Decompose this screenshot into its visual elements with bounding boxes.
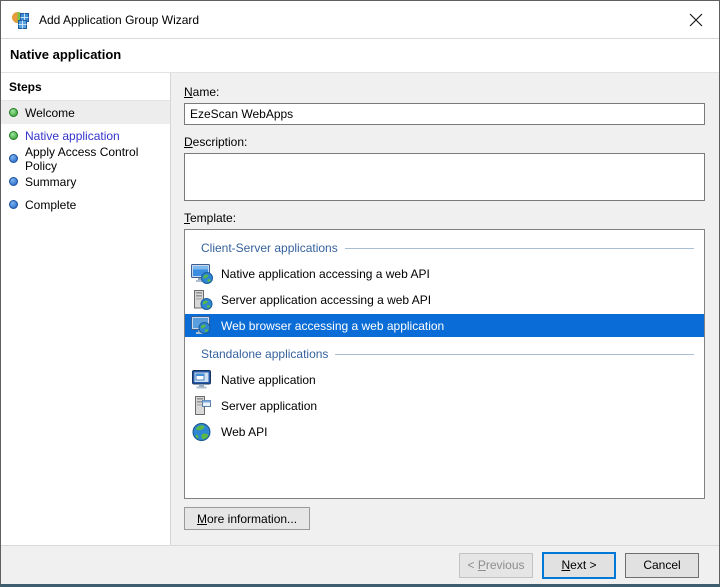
close-button[interactable] — [679, 5, 713, 35]
previous-button[interactable]: < Previous — [459, 553, 533, 578]
sidebar-item-welcome[interactable]: Welcome — [1, 101, 170, 124]
step-status-icon — [9, 108, 18, 117]
server-icon — [191, 396, 213, 416]
monitor-icon — [191, 370, 213, 390]
close-x-icon — [689, 13, 703, 27]
steps-header: Steps — [1, 73, 170, 101]
wizard-body: Steps Welcome Native application Apply A… — [1, 72, 719, 545]
steps-sidebar: Steps Welcome Native application Apply A… — [1, 73, 171, 545]
template-item-server-application[interactable]: Server application — [185, 394, 704, 417]
browser-globe-icon — [191, 316, 213, 336]
group-header-client-server: Client-Server applications — [185, 238, 704, 258]
description-input[interactable] — [184, 153, 705, 201]
group-header-rule — [345, 248, 694, 249]
name-input[interactable] — [184, 103, 705, 125]
add-application-group-wizard-window: Add Application Group Wizard Native appl… — [0, 0, 720, 587]
description-label: Description: — [184, 135, 705, 149]
application-group-icon — [11, 10, 31, 30]
more-information-button[interactable]: More information... — [184, 507, 310, 530]
cancel-button[interactable]: Cancel — [625, 553, 699, 578]
template-item-web-browser-web-application[interactable]: Web browser accessing a web application — [185, 314, 704, 337]
group-header-rule — [335, 354, 694, 355]
name-label: Name: — [184, 85, 705, 99]
server-globe-icon — [191, 290, 213, 310]
globe-icon — [191, 422, 213, 442]
step-status-icon — [9, 154, 18, 163]
step-status-icon — [9, 131, 18, 140]
monitor-globe-icon — [191, 264, 213, 284]
template-item-native-app-web-api[interactable]: Native application accessing a web API — [185, 262, 704, 285]
sidebar-item-complete[interactable]: Complete — [1, 193, 170, 216]
page-title: Native application — [1, 39, 719, 72]
step-status-icon — [9, 177, 18, 186]
wizard-footer: < Previous Next > Cancel — [1, 545, 719, 584]
template-item-web-api[interactable]: Web API — [185, 420, 704, 443]
template-label: Template: — [184, 211, 705, 225]
sidebar-item-apply-access-control-policy[interactable]: Apply Access Control Policy — [1, 147, 170, 170]
title-bar: Add Application Group Wizard — [1, 1, 719, 39]
window-title: Add Application Group Wizard — [39, 13, 199, 27]
wizard-content: Name: Description: Template: Client-Serv… — [171, 73, 719, 545]
template-listbox: Client-Server applications — [184, 229, 705, 499]
next-button[interactable]: Next > — [542, 552, 616, 579]
step-status-icon — [9, 200, 18, 209]
template-item-server-app-web-api[interactable]: Server application accessing a web API — [185, 288, 704, 311]
template-item-native-application[interactable]: Native application — [185, 368, 704, 391]
sidebar-item-summary[interactable]: Summary — [1, 170, 170, 193]
group-header-standalone: Standalone applications — [185, 344, 704, 364]
